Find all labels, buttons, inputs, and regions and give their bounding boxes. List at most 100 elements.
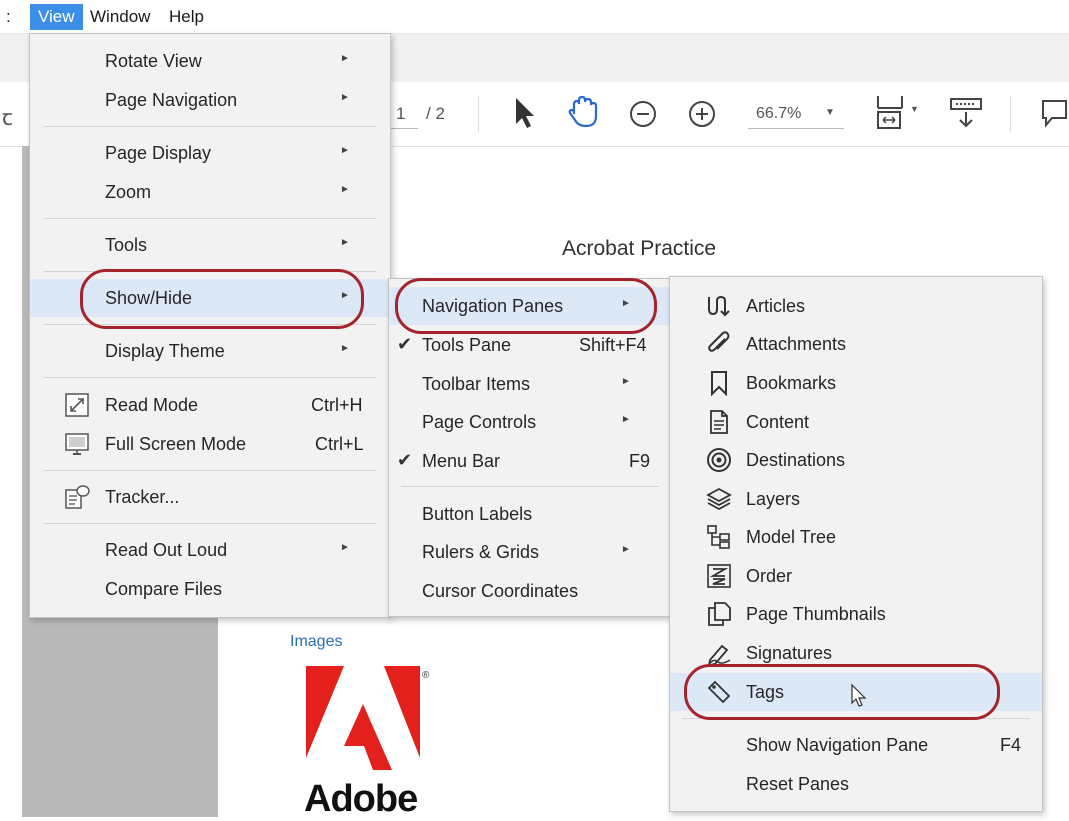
menu-item-reset-panes[interactable]: Reset Panes: [670, 765, 1042, 803]
menu-item-label: Layers: [746, 489, 801, 509]
shortcut-label: Shift+F4: [579, 335, 647, 355]
submenu-arrow-icon: ►: [621, 544, 631, 555]
menu-item-compare-files[interactable]: Compare Files: [30, 570, 390, 608]
fit-page-icon[interactable]: [874, 94, 908, 132]
menu-item-show-navigation-pane[interactable]: Show Navigation Pane F4: [670, 726, 1042, 764]
submenu-arrow-icon: ►: [340, 184, 350, 195]
menubar-help[interactable]: Help: [161, 4, 212, 30]
toolbar-divider-2: [1010, 96, 1011, 132]
menu-item-label: Read Out Loud: [105, 540, 228, 560]
menu-item-rulers-grids[interactable]: Rulers & Grids ►: [389, 533, 671, 571]
zoom-level-field[interactable]: 66.7%: [756, 105, 801, 123]
menu-item-read-mode[interactable]: Read Mode Ctrl+H: [30, 386, 390, 424]
menu-separator: [44, 126, 376, 127]
menu-item-label: Button Labels: [422, 504, 533, 524]
menu-item-label: Show Navigation Pane: [746, 735, 929, 755]
document-images-heading: Images: [290, 633, 343, 650]
menu-item-tools[interactable]: Tools ►: [30, 226, 390, 264]
menu-item-label: Articles: [746, 296, 806, 316]
order-icon: [707, 564, 731, 588]
tag-icon: [707, 680, 731, 704]
menu-item-destinations[interactable]: Destinations: [670, 441, 1042, 479]
menu-item-articles[interactable]: Articles: [670, 287, 1042, 325]
zoom-dropdown-icon[interactable]: ▼: [825, 107, 835, 118]
checkmark-icon: ✔: [397, 334, 413, 354]
menu-item-page-controls[interactable]: Page Controls ►: [389, 403, 671, 441]
submenu-arrow-icon: ►: [340, 237, 350, 248]
menu-separator: [401, 486, 659, 487]
menu-item-show-hide[interactable]: Show/Hide ►: [30, 279, 390, 317]
menubar-view[interactable]: View: [30, 4, 83, 30]
menu-item-layers[interactable]: Layers: [670, 480, 1042, 518]
svg-text:®: ®: [422, 670, 430, 681]
shortcut-label: F4: [1000, 735, 1022, 755]
menu-item-menu-bar[interactable]: ✔ Menu Bar F9: [389, 442, 671, 480]
select-cursor-icon[interactable]: [512, 96, 536, 130]
page-total: / 2: [426, 104, 445, 123]
submenu-arrow-icon: ►: [340, 343, 350, 354]
model-tree-icon: [707, 525, 730, 549]
menu-item-full-screen-mode[interactable]: Full Screen Mode Ctrl+L: [30, 425, 390, 463]
menu-separator: [44, 377, 376, 378]
menu-separator: [44, 324, 376, 325]
scroll-mode-icon[interactable]: [948, 96, 984, 130]
menu-item-read-out-loud[interactable]: Read Out Loud ►: [30, 531, 390, 569]
menu-separator: [682, 718, 1030, 719]
partial-tool-icon[interactable]: ꞇ: [2, 102, 13, 132]
menu-item-zoom[interactable]: Zoom ►: [30, 173, 390, 211]
menu-item-label: Page Navigation: [105, 90, 238, 110]
mouse-pointer-icon: [851, 683, 867, 707]
menu-item-display-theme[interactable]: Display Theme ►: [30, 332, 390, 370]
menu-item-signatures[interactable]: Signatures: [670, 634, 1042, 672]
shortcut-label: Ctrl+H: [311, 395, 363, 415]
menubar-window[interactable]: Window: [82, 4, 158, 30]
menu-item-page-thumbnails[interactable]: Page Thumbnails: [670, 595, 1042, 633]
menu-item-label: Model Tree: [746, 527, 837, 547]
menu-item-label: Attachments: [746, 334, 847, 354]
menu-item-tags[interactable]: Tags: [670, 673, 1042, 711]
menu-item-label: Menu Bar: [422, 451, 501, 471]
articles-icon: [708, 295, 730, 317]
menu-item-label: Cursor Coordinates: [422, 581, 579, 601]
menu-separator: [44, 523, 376, 524]
menu-item-label: Navigation Panes: [422, 296, 564, 316]
submenu-arrow-icon: ►: [340, 92, 350, 103]
paperclip-icon: [708, 331, 730, 352]
menu-item-bookmarks[interactable]: Bookmarks: [670, 364, 1042, 402]
checkmark-icon: ✔: [397, 450, 413, 470]
shortcut-label: F9: [629, 451, 651, 471]
page-thumbnails-icon: [708, 602, 731, 626]
menu-item-rotate-view[interactable]: Rotate View ►: [30, 42, 390, 80]
menu-item-content[interactable]: Content: [670, 403, 1042, 441]
menu-item-tracker[interactable]: Tracker...: [30, 478, 390, 516]
page-number-input[interactable]: 1: [396, 104, 405, 124]
menu-item-navigation-panes[interactable]: Navigation Panes ►: [389, 287, 671, 325]
menu-item-label: Tags: [746, 682, 785, 702]
fit-dropdown-icon[interactable]: ▼: [910, 104, 919, 114]
menu-item-label: Bookmarks: [746, 373, 837, 393]
menu-bar: : View Window Help: [0, 0, 1069, 34]
adobe-logo: ®: [306, 666, 430, 770]
submenu-arrow-icon: ►: [621, 376, 631, 387]
menu-item-page-display[interactable]: Page Display ►: [30, 134, 390, 172]
menu-item-toolbar-items[interactable]: Toolbar Items ►: [389, 365, 671, 403]
menu-item-label: Signatures: [746, 643, 833, 663]
zoom-in-icon[interactable]: [686, 98, 718, 130]
menu-item-label: Compare Files: [105, 579, 223, 599]
menu-item-cursor-coordinates[interactable]: Cursor Coordinates: [389, 572, 671, 610]
menu-item-model-tree[interactable]: Model Tree: [670, 518, 1042, 556]
tracker-icon: [65, 485, 90, 509]
show-hide-submenu: Navigation Panes ► ✔ Tools Pane Shift+F4…: [388, 278, 672, 617]
menu-item-button-labels[interactable]: Button Labels: [389, 495, 671, 533]
menu-item-attachments[interactable]: Attachments: [670, 325, 1042, 363]
menu-item-label: Tracker...: [105, 487, 180, 507]
hand-tool-icon[interactable]: [566, 94, 600, 130]
zoom-out-icon[interactable]: [627, 98, 659, 130]
comment-icon[interactable]: [1040, 98, 1069, 130]
menu-item-page-navigation[interactable]: Page Navigation ►: [30, 81, 390, 119]
menu-item-tools-pane[interactable]: ✔ Tools Pane Shift+F4: [389, 326, 671, 364]
menu-item-label: Content: [746, 412, 810, 432]
menu-item-label: Tools: [105, 235, 148, 255]
menu-item-order[interactable]: Order: [670, 557, 1042, 595]
menu-separator: [44, 218, 376, 219]
